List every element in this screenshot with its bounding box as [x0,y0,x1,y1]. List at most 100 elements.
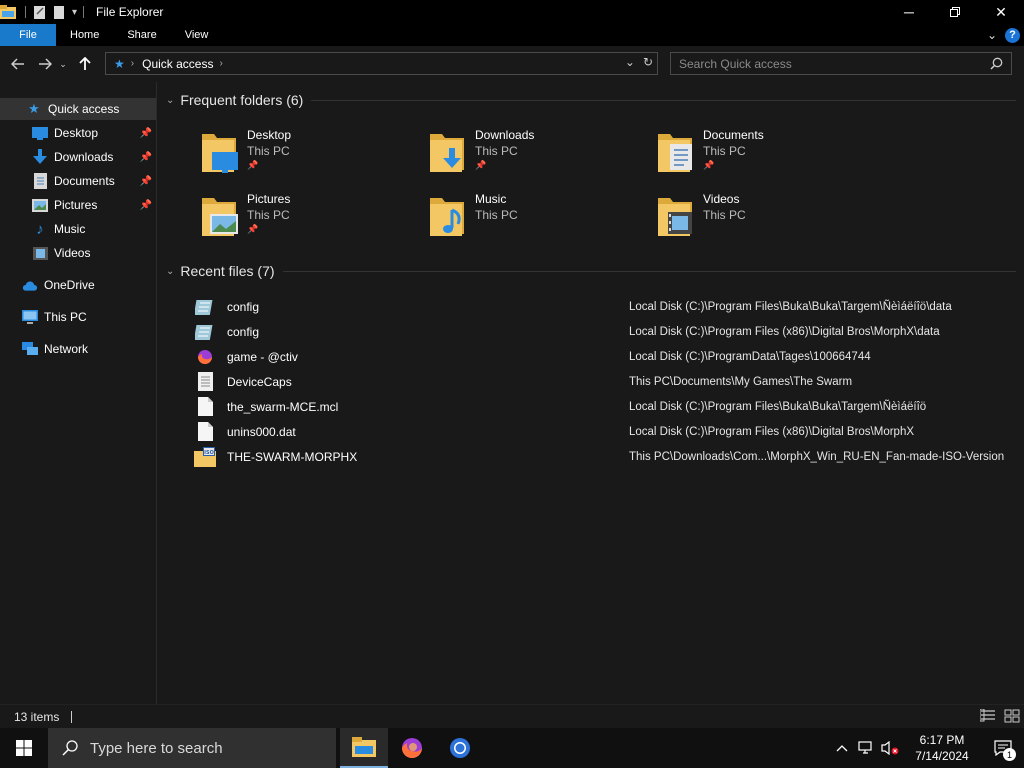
breadcrumb-separator-icon[interactable]: › [219,58,222,69]
cloud-icon [22,277,38,293]
star-icon: ★ [28,101,40,116]
sidebar-item-network[interactable]: Network [0,338,156,360]
status-divider [71,710,73,723]
svg-text:ISO: ISO [204,450,214,456]
address-history-icon[interactable]: ⌄ [625,55,635,69]
pin-icon: 📌 [703,160,715,170]
collapse-chevron-icon[interactable]: ⌄ [166,95,174,106]
sidebar-item-label: Network [44,342,89,356]
address-bar[interactable]: ★ › Quick access › ⌄ ↻ [105,52,658,75]
sidebar-item-label: Downloads [54,150,114,164]
folder-tile-music[interactable]: Music This PC [386,186,586,242]
ribbon-right-controls: ⌄ ? [987,24,1020,46]
refresh-icon[interactable]: ↻ [643,55,653,69]
pin-icon: 📌 [139,151,152,163]
customize-toolbar-icon[interactable]: ▾ [72,7,77,18]
back-button[interactable] [7,53,29,75]
up-button[interactable] [74,53,96,75]
sidebar-item-videos[interactable]: Videos [0,242,156,264]
recent-file-row[interactable]: the_swarm-MCE.mcl Local Disk (C:)\Progra… [188,394,1018,419]
sidebar-item-onedrive[interactable]: OneDrive [0,274,156,296]
folder-location: This PC [475,208,518,222]
folder-tile-documents[interactable]: Documents This PC 📌 [614,122,814,178]
recent-file-row[interactable]: config Local Disk (C:)\Program Files\Buk… [188,294,1018,319]
ribbon-tabs: File Home Share View ⌄ ? [0,24,1024,46]
recent-file-row[interactable]: config Local Disk (C:)\Program Files (x8… [188,319,1018,344]
taskbar-search[interactable]: Type here to search [48,728,336,768]
frequent-folders-header[interactable]: ⌄ Frequent folders (6) [166,92,1016,108]
recent-locations-button[interactable]: ⌄ [56,53,70,75]
arrow-up-icon [79,57,91,70]
sidebar-item-this-pc[interactable]: This PC [0,306,156,328]
file-name: config [227,299,260,314]
sidebar-item-music[interactable]: ♪ Music [0,218,156,240]
search-icon[interactable] [990,57,1003,70]
window-controls: ─ ✕ [886,0,1024,24]
action-center-button[interactable]: 1 [982,728,1024,768]
video-icon [32,245,48,261]
expand-ribbon-icon[interactable]: ⌄ [987,28,997,42]
search-box[interactable] [670,52,1012,75]
pin-icon: 📌 [139,127,152,139]
breadcrumb-quick-access[interactable]: Quick access [142,57,213,71]
network-icon [22,341,38,357]
file-path: Local Disk (C:)\Program Files (x86)\Digi… [629,325,940,338]
sidebar-item-downloads[interactable]: Downloads 📌 [0,146,156,168]
sidebar-item-documents[interactable]: Documents 📌 [0,170,156,192]
maximize-button[interactable] [932,0,978,24]
blank-file-icon [194,421,216,443]
iso-file-icon: ISO [194,446,216,468]
folder-tile-pictures[interactable]: Pictures This PC 📌 [158,186,358,242]
sidebar-item-label: This PC [44,310,87,324]
recent-files-header[interactable]: ⌄ Recent files (7) [166,263,1016,279]
folder-name: Desktop [247,128,292,142]
chevron-down-icon: ⌄ [59,58,67,69]
sidebar-item-pictures[interactable]: Pictures 📌 [0,194,156,216]
large-icons-view-icon[interactable] [1004,709,1020,723]
taskbar: Type here to search 6:17 PM 7/14/2024 1 [0,728,1024,768]
sidebar-item-quick-access[interactable]: ★ Quick access [0,98,156,120]
folder-tile-desktop[interactable]: Desktop This PC 📌 [158,122,358,178]
recent-file-row[interactable]: ISO THE-SWARM-MORPHX This PC\Downloads\C… [188,444,1018,469]
folder-tile-downloads[interactable]: Downloads This PC 📌 [386,122,586,178]
recent-file-row[interactable]: game - @ctiv Local Disk (C:)\ProgramData… [188,344,1018,369]
show-hidden-icons-button[interactable] [830,728,854,768]
recent-file-row[interactable]: unins000.dat Local Disk (C:)\Program Fil… [188,419,1018,444]
section-divider [282,270,1016,272]
tab-share[interactable]: Share [113,24,170,46]
notification-count-badge: 1 [1003,748,1016,761]
folder-name: Downloads [475,128,535,142]
folder-tile-videos[interactable]: Videos This PC [614,186,814,242]
collapse-chevron-icon[interactable]: ⌄ [166,266,174,277]
search-input[interactable] [671,56,971,71]
pin-icon: 📌 [475,160,487,170]
taskbar-chromium[interactable] [436,728,484,768]
close-button[interactable]: ✕ [978,0,1024,24]
volume-button[interactable] [878,728,902,768]
network-status-button[interactable] [854,728,878,768]
details-view-icon[interactable] [980,709,996,723]
navigation-pane: ★ Quick access Desktop 📌 Downloads 📌 Doc… [0,82,157,704]
forward-button[interactable] [34,53,56,75]
help-icon[interactable]: ? [1005,27,1020,43]
section-title: Recent files (7) [180,263,275,279]
start-button[interactable] [0,728,48,768]
sidebar-item-label: Videos [54,246,91,260]
recent-file-row[interactable]: DeviceCaps This PC\Documents\My Games\Th… [188,369,1018,394]
taskbar-file-explorer[interactable] [340,728,388,768]
new-folder-icon[interactable] [51,5,67,19]
tab-file[interactable]: File [0,24,56,46]
tab-home[interactable]: Home [56,24,113,46]
monitor-icon [22,309,38,325]
properties-icon[interactable] [32,5,48,19]
breadcrumb-separator-icon[interactable]: › [131,58,134,69]
explorer-folder-icon[interactable] [0,5,16,19]
sidebar-item-label: Documents [54,174,115,188]
minimize-button[interactable]: ─ [886,0,932,24]
taskbar-firefox[interactable] [388,728,436,768]
pin-icon: 📌 [139,175,152,187]
tab-view[interactable]: View [171,24,223,46]
folder-name: Documents [703,128,764,142]
clock[interactable]: 6:17 PM 7/14/2024 [902,732,982,764]
sidebar-item-desktop[interactable]: Desktop 📌 [0,122,156,144]
